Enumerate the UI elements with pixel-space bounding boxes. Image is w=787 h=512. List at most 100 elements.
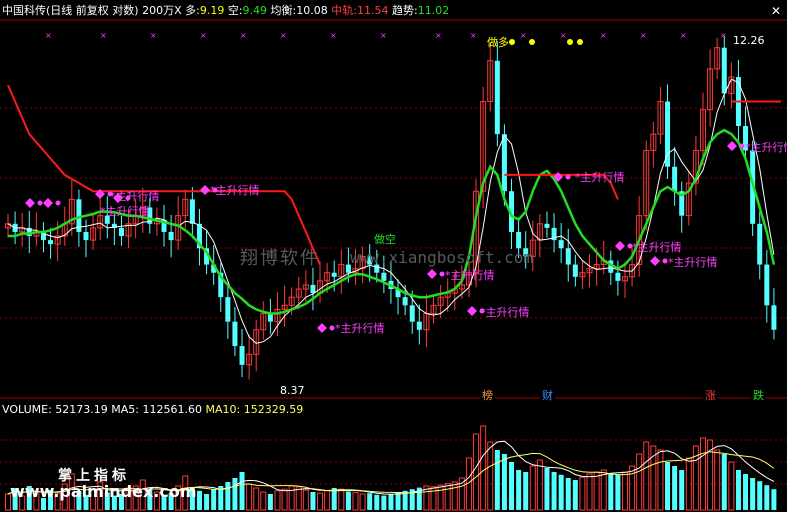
volume-bar xyxy=(600,469,607,511)
signal-text: *主升行情 xyxy=(445,269,495,282)
volume-bar xyxy=(615,474,621,510)
volume-bar xyxy=(509,462,515,510)
signal-diamond-marker xyxy=(43,198,53,208)
volume-bar xyxy=(211,489,217,510)
signal-diamond-marker xyxy=(650,256,660,266)
volume-bar xyxy=(621,471,628,511)
volume-bar xyxy=(260,491,267,511)
duo-label: 多: xyxy=(185,4,200,17)
signal-diamond-marker xyxy=(25,198,35,208)
volume-bar xyxy=(381,495,387,510)
close-icon[interactable]: ✕ xyxy=(771,4,781,18)
volume-bar xyxy=(317,492,324,511)
watermark-xiangbo: 翔博软件 xyxy=(240,248,320,269)
volume-bar xyxy=(331,488,337,510)
volume-bar xyxy=(388,494,394,510)
volume-bar xyxy=(430,486,437,511)
top-cross-marker: × xyxy=(560,31,567,40)
junheng-value: 10.08 xyxy=(296,4,328,17)
volume-bar xyxy=(367,493,373,510)
candle-body xyxy=(48,240,54,245)
volume-bar xyxy=(437,484,444,511)
candle-body xyxy=(764,264,770,306)
candle-body xyxy=(558,240,564,249)
candle-body xyxy=(168,231,174,241)
qushi-label: 趋势: xyxy=(391,4,418,17)
signal-dot-marker xyxy=(329,325,335,331)
volume-bar xyxy=(657,449,664,511)
kong-label: 空: xyxy=(227,4,243,17)
zhonggui-value: 11.54 xyxy=(356,4,389,17)
top-cross-marker: × xyxy=(600,31,607,40)
volume-bar xyxy=(544,468,550,510)
signal-diamond-marker xyxy=(427,269,437,279)
kong-signal-label: 做空 xyxy=(374,233,396,246)
volume-bar xyxy=(728,461,735,511)
signal-text: *主升行情 xyxy=(100,205,150,218)
volume-bar xyxy=(572,480,578,510)
trend-line xyxy=(8,128,776,315)
signal-diamond-marker xyxy=(467,306,477,316)
volume-bar xyxy=(232,478,238,510)
qushi-value: 11.02 xyxy=(417,4,450,17)
top-cross-marker: × xyxy=(720,31,727,40)
signal-dot-marker xyxy=(37,200,43,206)
volume-bar xyxy=(274,490,281,511)
candle-body xyxy=(83,231,89,241)
top-cross-marker: × xyxy=(45,31,52,40)
candle-body xyxy=(572,264,578,277)
volume-bar xyxy=(267,494,273,510)
volume-bar xyxy=(643,441,650,511)
top-cross-marker: × xyxy=(680,31,687,40)
unit-label: 200万X xyxy=(142,4,182,17)
cai-tag: 财 xyxy=(540,387,555,403)
signal-text: *主升行情 xyxy=(668,256,718,269)
candle-body xyxy=(402,297,408,306)
volume-bar xyxy=(487,441,494,511)
signal-text: *主升行情 xyxy=(632,241,682,254)
signal-dot-marker xyxy=(55,200,61,206)
candle-body xyxy=(757,223,763,265)
candle-body xyxy=(771,305,777,330)
candle-body xyxy=(665,101,671,167)
volume-bar xyxy=(665,462,671,510)
signal-text: *主升行情 xyxy=(335,322,385,335)
volume-bar xyxy=(281,488,288,511)
signal-text: *主升行情 xyxy=(745,141,787,154)
duo-dot-marker xyxy=(509,39,515,45)
volume-bar xyxy=(565,478,571,510)
volume-bar xyxy=(288,485,295,511)
volume-bar xyxy=(721,454,727,510)
volume-bar xyxy=(558,474,564,510)
candle-body xyxy=(310,284,316,294)
volume-bar xyxy=(310,492,316,510)
signal-text: *主升行情 xyxy=(210,184,260,197)
candle-body xyxy=(381,272,387,281)
volume-value: 52173.19 xyxy=(55,403,108,416)
bang-tag: 榜 xyxy=(480,387,495,403)
top-cross-marker: × xyxy=(380,31,387,40)
volume-bar xyxy=(494,450,500,510)
signal-text: *主升行情 xyxy=(575,171,625,184)
volume-bar xyxy=(239,472,245,510)
duo-dot-marker xyxy=(529,39,535,45)
volume-bar xyxy=(395,492,401,510)
volume-bar xyxy=(699,437,706,511)
low-price-label: 8.37 xyxy=(280,384,305,397)
chart-mode: (日线 前复权 对数) xyxy=(46,4,139,17)
junheng-label: 均衡: xyxy=(270,4,297,17)
volume-bar xyxy=(302,489,309,511)
volume-bar xyxy=(750,478,756,510)
die-tag: 跌 xyxy=(751,387,766,403)
signal-dot-marker xyxy=(565,174,571,180)
top-cross-marker: × xyxy=(280,31,287,40)
volume-bar xyxy=(501,454,507,510)
candle-body xyxy=(239,346,245,365)
duo-dot-marker xyxy=(567,39,573,45)
volume-bar xyxy=(338,488,345,511)
volume-bar xyxy=(743,474,749,510)
volume-bar xyxy=(225,482,231,510)
signal-text: *主升行情 xyxy=(110,190,160,203)
volume-bar xyxy=(586,473,593,511)
duo-value: 9.19 xyxy=(199,4,225,17)
